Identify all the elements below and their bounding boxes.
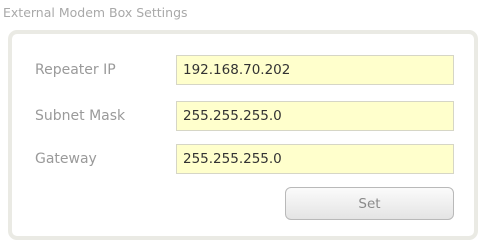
set-button[interactable]: Set — [285, 187, 454, 220]
repeater-ip-label: Repeater IP — [35, 62, 116, 78]
section-title: External Modem Box Settings — [3, 5, 188, 20]
gateway-input[interactable] — [176, 144, 454, 174]
subnet-mask-input[interactable] — [176, 101, 454, 131]
repeater-ip-input[interactable] — [176, 55, 454, 85]
gateway-label: Gateway — [35, 151, 97, 167]
subnet-mask-label: Subnet Mask — [35, 108, 126, 124]
